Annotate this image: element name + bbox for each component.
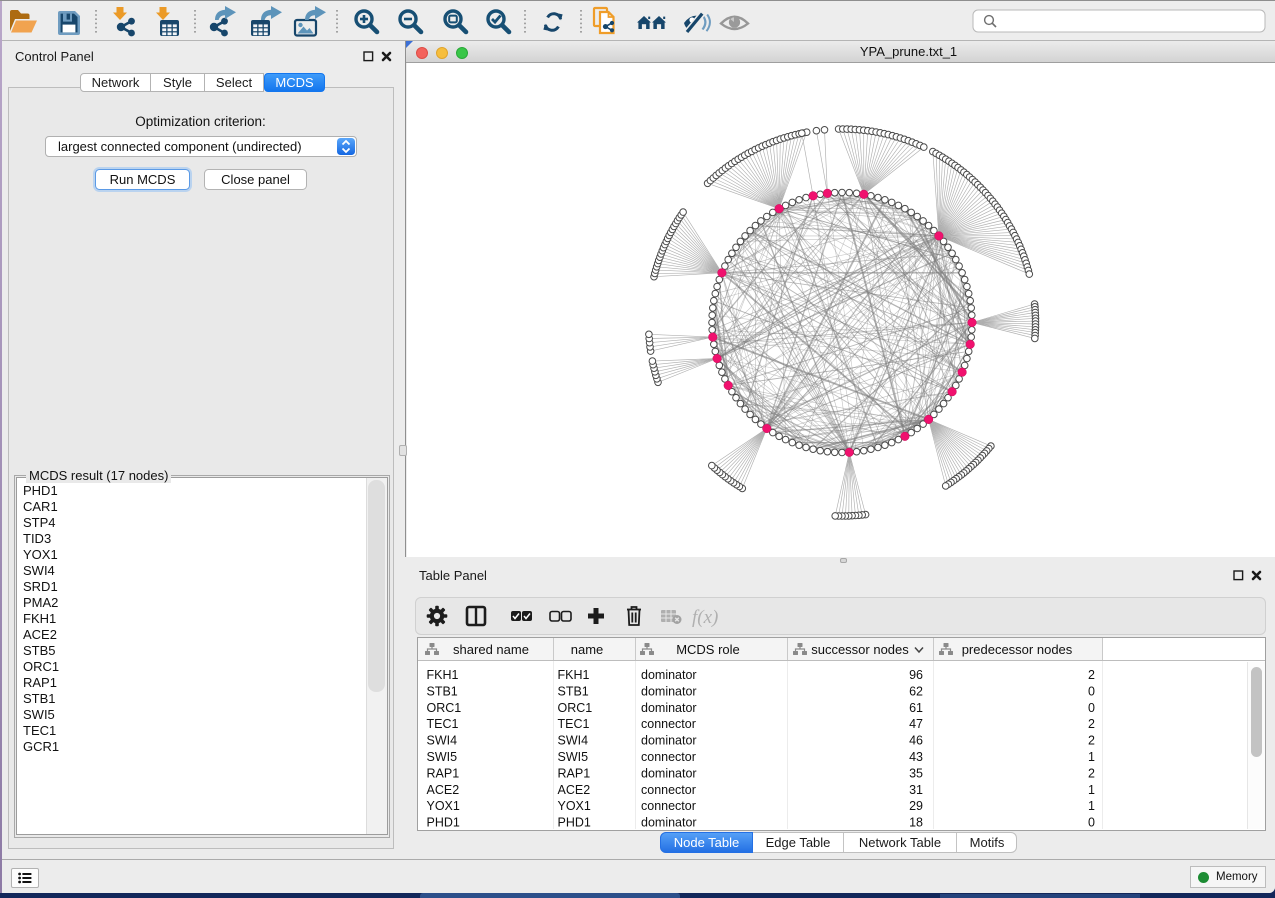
svg-text:successor nodes: successor nodes bbox=[811, 642, 909, 657]
svg-text:1: 1 bbox=[1088, 799, 1095, 813]
svg-text:2: 2 bbox=[1088, 717, 1095, 731]
svg-text:1: 1 bbox=[1088, 750, 1095, 764]
svg-text:SWI5: SWI5 bbox=[558, 750, 589, 764]
svg-text:STB1: STB1 bbox=[558, 684, 589, 698]
svg-text:1: 1 bbox=[1088, 783, 1095, 797]
svg-text:connector: connector bbox=[641, 799, 696, 813]
svg-text:ACE2: ACE2 bbox=[558, 783, 591, 797]
svg-text:dominator: dominator bbox=[641, 684, 697, 698]
svg-text:PHD1: PHD1 bbox=[427, 816, 460, 830]
svg-text:0: 0 bbox=[1088, 684, 1095, 698]
svg-text:18: 18 bbox=[909, 816, 923, 830]
svg-text:dominator: dominator bbox=[641, 734, 697, 748]
svg-text:dominator: dominator bbox=[641, 701, 697, 715]
svg-text:ORC1: ORC1 bbox=[558, 701, 593, 715]
svg-text:0: 0 bbox=[1088, 816, 1095, 830]
svg-text:predecessor nodes: predecessor nodes bbox=[962, 642, 1073, 657]
svg-text:FKH1: FKH1 bbox=[427, 668, 459, 682]
svg-text:29: 29 bbox=[909, 799, 923, 813]
svg-text:connector: connector bbox=[641, 750, 696, 764]
svg-text:name: name bbox=[571, 642, 604, 657]
svg-text:43: 43 bbox=[909, 750, 923, 764]
svg-text:35: 35 bbox=[909, 766, 923, 780]
svg-text:61: 61 bbox=[909, 701, 923, 715]
svg-text:connector: connector bbox=[641, 783, 696, 797]
svg-text:YOX1: YOX1 bbox=[558, 799, 591, 813]
svg-text:47: 47 bbox=[909, 717, 923, 731]
svg-text:ORC1: ORC1 bbox=[427, 701, 462, 715]
svg-text:YOX1: YOX1 bbox=[427, 799, 460, 813]
svg-text:31: 31 bbox=[909, 783, 923, 797]
svg-text:PHD1: PHD1 bbox=[558, 816, 591, 830]
svg-text:connector: connector bbox=[641, 717, 696, 731]
svg-text:0: 0 bbox=[1088, 701, 1095, 715]
svg-text:SWI5: SWI5 bbox=[427, 750, 458, 764]
svg-text:MCDS role: MCDS role bbox=[676, 642, 740, 657]
svg-text:2: 2 bbox=[1088, 668, 1095, 682]
svg-text:SWI4: SWI4 bbox=[427, 734, 458, 748]
svg-text:STB1: STB1 bbox=[427, 684, 458, 698]
svg-text:shared name: shared name bbox=[453, 642, 529, 657]
svg-text:dominator: dominator bbox=[641, 766, 697, 780]
svg-text:2: 2 bbox=[1088, 734, 1095, 748]
svg-text:62: 62 bbox=[909, 684, 923, 698]
svg-text:dominator: dominator bbox=[641, 668, 697, 682]
svg-text:ACE2: ACE2 bbox=[427, 783, 460, 797]
svg-text:RAP1: RAP1 bbox=[558, 766, 591, 780]
svg-text:dominator: dominator bbox=[641, 816, 697, 830]
svg-text:2: 2 bbox=[1088, 766, 1095, 780]
svg-text:FKH1: FKH1 bbox=[558, 668, 590, 682]
svg-text:TEC1: TEC1 bbox=[558, 717, 590, 731]
svg-text:46: 46 bbox=[909, 734, 923, 748]
svg-text:TEC1: TEC1 bbox=[427, 717, 459, 731]
svg-text:f(x): f(x) bbox=[692, 607, 718, 628]
svg-text:96: 96 bbox=[909, 668, 923, 682]
svg-text:SWI4: SWI4 bbox=[558, 734, 589, 748]
svg-text:RAP1: RAP1 bbox=[427, 766, 460, 780]
